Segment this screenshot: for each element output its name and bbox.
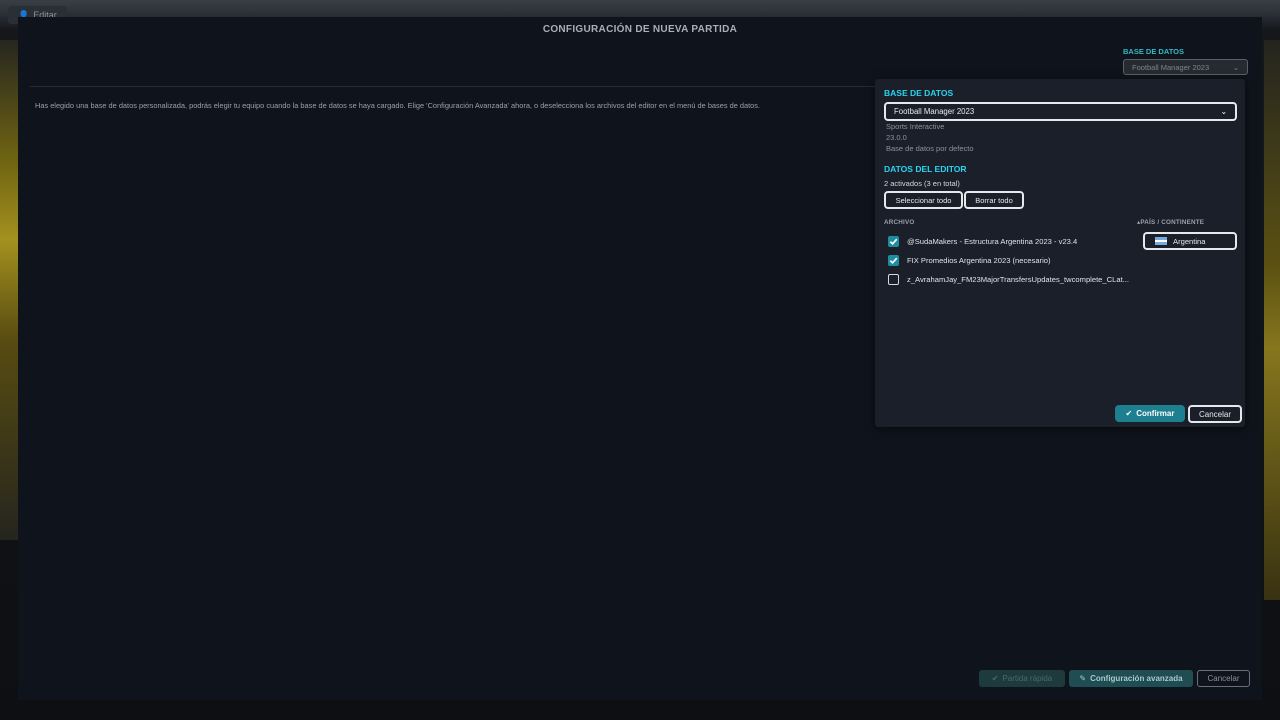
- country-value: Argentina: [1173, 236, 1206, 246]
- info-message: Has elegido una base de datos personaliz…: [35, 101, 760, 110]
- quick-game-button[interactable]: ✔ Partida rápida: [979, 670, 1065, 687]
- divider: [30, 86, 890, 87]
- chevron-down-icon: ⌄: [1232, 62, 1239, 72]
- argentina-flag-icon: [1155, 237, 1167, 246]
- check-icon: ✔: [1125, 409, 1133, 418]
- file-name: FIX Promedios Argentina 2023 (necesario): [907, 255, 1051, 265]
- check-icon: [889, 257, 898, 264]
- editor-count: 2 activados (3 en total): [884, 179, 960, 188]
- advanced-setup-label: Configuración avanzada: [1090, 674, 1183, 683]
- popup-database-value: Football Manager 2023: [894, 107, 975, 116]
- checkbox-unchecked[interactable]: [888, 273, 899, 285]
- list-item[interactable]: FIX Promedios Argentina 2023 (necesario): [888, 252, 1238, 268]
- checkbox-checked[interactable]: [888, 254, 899, 266]
- file-name: z_AvrahamJay_FM23MajorTransfersUpdates_t…: [907, 274, 1130, 284]
- confirm-label: Confirmar: [1136, 409, 1175, 418]
- check-icon: [889, 238, 898, 245]
- file-name: @SudaMakers - Estructura Argentina 2023 …: [907, 236, 1078, 246]
- column-header-file[interactable]: ARCHIVO: [884, 219, 914, 226]
- chevron-down-icon: ⌄: [1220, 107, 1227, 116]
- list-item[interactable]: z_AvrahamJay_FM23MajorTransfersUpdates_t…: [888, 271, 1238, 287]
- select-all-button[interactable]: Seleccionar todo: [884, 191, 963, 209]
- db-description: Base de datos por defecto: [886, 144, 974, 153]
- database-label: BASE DE DATOS: [1123, 47, 1184, 56]
- database-dropdown[interactable]: Football Manager 2023 ⌄: [1123, 59, 1248, 75]
- background-stand-right: [1264, 40, 1280, 600]
- column-header-country-label: PAÍS / CONTINENTE: [1140, 219, 1205, 226]
- cancel-button[interactable]: Cancelar: [1197, 670, 1250, 687]
- column-header-country[interactable]: ▴PAÍS / CONTINENTE: [1137, 219, 1204, 226]
- popup-db-heading: BASE DE DATOS: [884, 88, 954, 98]
- pencil-icon: ✎: [1079, 674, 1087, 683]
- checkbox-checked[interactable]: [888, 235, 899, 247]
- country-dropdown[interactable]: Argentina: [1143, 232, 1237, 250]
- database-dropdown-value: Football Manager 2023: [1132, 62, 1210, 72]
- popup-cancel-button[interactable]: Cancelar: [1188, 405, 1242, 423]
- page-title: CONFIGURACIÓN DE NUEVA PARTIDA: [542, 24, 738, 35]
- popup-database-dropdown[interactable]: Football Manager 2023 ⌄: [884, 102, 1237, 121]
- quick-game-label: Partida rápida: [1002, 674, 1053, 683]
- editor-data-heading: DATOS DEL EDITOR: [884, 164, 967, 174]
- clear-all-button[interactable]: Borrar todo: [964, 191, 1024, 209]
- db-publisher: Sports Interactive: [886, 122, 945, 131]
- check-icon: ✔: [991, 674, 999, 683]
- background-stand-left: [0, 40, 18, 540]
- db-version: 23.0.0: [886, 133, 907, 142]
- advanced-setup-button[interactable]: ✎ Configuración avanzada: [1069, 670, 1193, 687]
- database-popup: BASE DE DATOS Football Manager 2023 ⌄ Sp…: [875, 79, 1245, 427]
- confirm-button[interactable]: ✔ Confirmar: [1115, 405, 1185, 422]
